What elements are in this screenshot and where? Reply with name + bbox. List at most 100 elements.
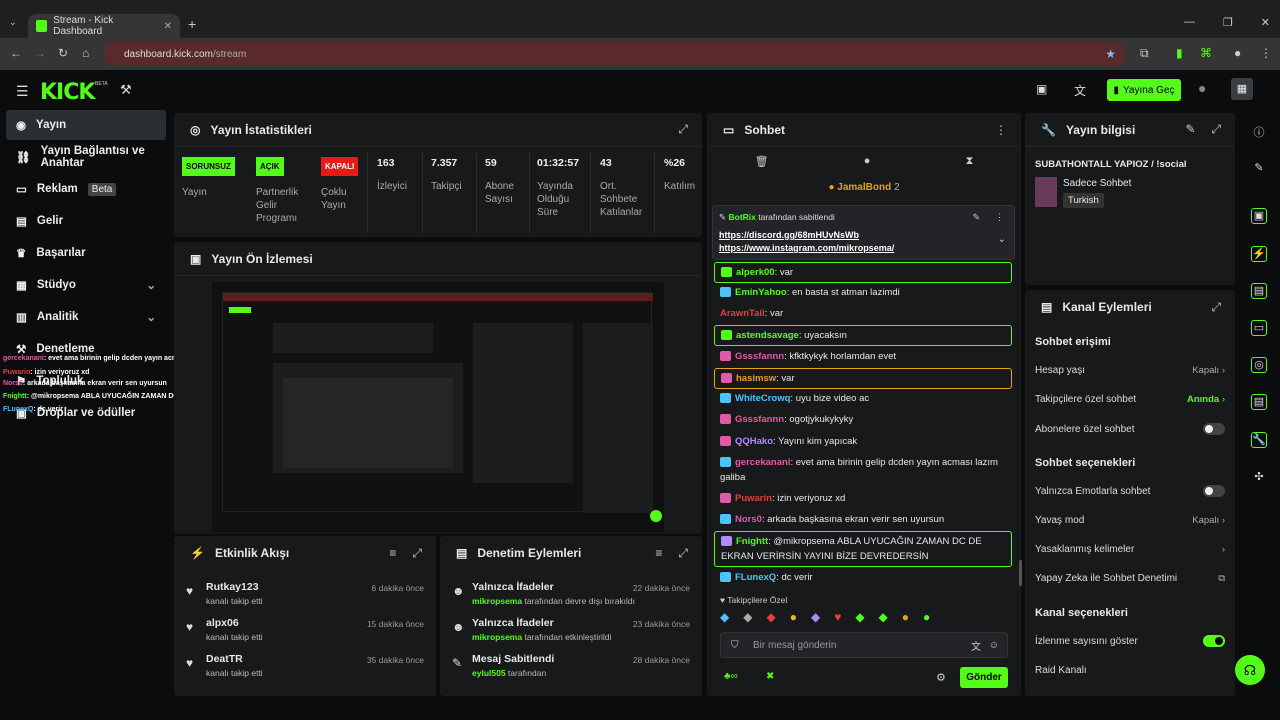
show-viewers-row[interactable]: İzlenme sayısını göster	[1035, 635, 1225, 647]
expand-icon[interactable]: ⤢	[412, 546, 422, 561]
emote-only-toggle[interactable]	[1203, 485, 1225, 497]
wrench-icon[interactable]: 🔧	[1251, 432, 1267, 448]
filter-icon[interactable]: ≡	[389, 546, 396, 561]
edit-icon[interactable]: ✎	[1185, 122, 1195, 137]
emote-icon[interactable]: ◆	[766, 610, 775, 624]
banned-words-row[interactable]: Yasaklanmış kelimeler ›	[1035, 544, 1225, 555]
sidebar-item-ads[interactable]: ▭ Reklam Beta	[6, 174, 166, 204]
pinned-message[interactable]: ✎ BotRix tarafından sabitlendi ✎ ⋮ https…	[712, 205, 1015, 260]
reload-icon[interactable]: ↻	[58, 46, 68, 60]
emoji-icon[interactable]: ☺	[989, 640, 999, 651]
expand-icon[interactable]: ⤢	[1211, 300, 1221, 315]
emote-icon[interactable]: ◆	[879, 610, 888, 624]
bookmark-star-icon[interactable]: ★	[1105, 47, 1116, 61]
tools-icon[interactable]: ⚒	[120, 82, 132, 98]
followers-chat-row[interactable]: Takipçilere özel sohbet Anında ›	[1035, 394, 1225, 405]
expand-icon[interactable]: ⤢	[1211, 122, 1221, 137]
stats-icon[interactable]: ◎	[1251, 357, 1267, 373]
add-widget-icon[interactable]: ✣	[1251, 470, 1267, 486]
emote-only-row[interactable]: Yalnızca Emotlarla sohbet	[1035, 485, 1225, 497]
translate-icon[interactable]: ⌘	[1200, 46, 1212, 60]
kick-logo[interactable]: KICK	[40, 80, 95, 105]
subs-chat-row[interactable]: Abonelere özel sohbet	[1035, 423, 1225, 435]
emote-icon[interactable]: ●	[902, 610, 909, 624]
extension-icon[interactable]: ▮	[1176, 46, 1183, 60]
browser-menu-icon[interactable]: ⋮	[1260, 46, 1272, 60]
emote-icon[interactable]: ◆	[855, 610, 864, 624]
pinned-link[interactable]: https://www.instagram.com/mikropsema/	[719, 243, 894, 253]
chat-input[interactable]: ⛉ Bir mesaj gönderin 文 ☺	[720, 632, 1008, 658]
menu-icon[interactable]: ☰	[16, 83, 29, 100]
expand-icon[interactable]: ⤢	[678, 546, 688, 561]
show-viewers-toggle[interactable]	[1203, 635, 1225, 647]
profile-avatar[interactable]: ●	[1234, 46, 1241, 60]
send-button[interactable]: Gönder	[960, 667, 1008, 688]
chat-message[interactable]: gercekanani: evet ama birinin gelip dcde…	[714, 453, 1012, 487]
emote-icon[interactable]: ●	[790, 610, 797, 624]
bolt-icon[interactable]: ⚡	[1251, 246, 1267, 262]
expand-icon[interactable]: ⤢	[678, 122, 688, 137]
minimize-icon[interactable]: —	[1184, 16, 1195, 29]
infinite-icon[interactable]: ♣∞	[724, 671, 738, 682]
sidebar-item-stream[interactable]: ◉ Yayın	[6, 110, 166, 140]
sidebar-item-stream-key[interactable]: ⛓ Yayın Bağlantısı ve Anahtar	[6, 142, 166, 172]
emote-icon[interactable]: ●	[923, 610, 930, 624]
sidebar-item-drops[interactable]: ▣ Droplar ve ödüller	[6, 398, 166, 428]
ai-moderation-row[interactable]: Yapay Zeka ile Sohbet Denetimi ⧉	[1035, 573, 1225, 584]
emote-icon[interactable]: ◆	[743, 610, 752, 624]
chat-message[interactable]: Fnightt: @mikropsema ABLA UYUCAĞIN ZAMAN…	[714, 531, 1012, 567]
chat-message[interactable]: Nors0: arkada başkasına ekran verir sen …	[714, 510, 1012, 529]
sidebar-item-achievements[interactable]: ♛ Başarılar	[6, 238, 166, 268]
user-avatar[interactable]: ●	[1198, 80, 1206, 96]
chat-scrollbar[interactable]	[1019, 560, 1022, 586]
settings-icon[interactable]: ⚙	[936, 671, 946, 684]
browser-tab[interactable]: Stream - Kick Dashboard ✕	[28, 14, 180, 38]
chevron-down-icon[interactable]: ⌄	[998, 234, 1006, 245]
emote-icon[interactable]: ◆	[811, 610, 820, 624]
preview-icon[interactable]: ▣	[1251, 208, 1267, 224]
filter-icon[interactable]: ≡	[655, 546, 662, 561]
chat-message[interactable]: hasimsw: var	[714, 368, 1012, 389]
raid-row[interactable]: Raid Kanalı	[1035, 665, 1225, 676]
translate-icon[interactable]: 文	[1074, 82, 1086, 99]
go-live-button[interactable]: ▮ Yayına Geç	[1107, 79, 1181, 101]
hourglass-icon[interactable]: ⧗	[966, 155, 974, 168]
back-icon[interactable]: ←	[10, 46, 22, 60]
layout-icon[interactable]: ▦	[1231, 78, 1253, 100]
chat-message[interactable]: FLunexQ: dc verir	[714, 568, 1012, 587]
list-icon[interactable]: ▤	[1251, 283, 1267, 299]
channel-icon[interactable]: ▤	[1251, 394, 1267, 410]
sidebar-item-analytics[interactable]: ▥ Analitik ⌄	[6, 302, 166, 332]
chat-message[interactable]: ArawnTail: var	[714, 304, 1012, 323]
subs-chat-toggle[interactable]	[1203, 423, 1225, 435]
chat-message[interactable]: EminYahoo: en basta st atman lazimdi	[714, 283, 1012, 302]
url-field[interactable]: dashboard.kick.com/stream ★	[104, 42, 1126, 66]
stream-preview-video[interactable]	[212, 282, 664, 532]
chat-bubble-icon[interactable]: ●	[864, 155, 871, 168]
close-tab-icon[interactable]: ✕	[164, 21, 172, 32]
translate-icon[interactable]: 文	[971, 638, 981, 653]
theatre-icon[interactable]: ▣	[1036, 82, 1047, 96]
help-button[interactable]: ☊	[1235, 655, 1265, 685]
extensions-icon[interactable]: ⧉	[1140, 46, 1149, 61]
tab-search-icon[interactable]: ⌄	[9, 17, 17, 28]
home-icon[interactable]: ⌂	[82, 46, 89, 60]
more-icon[interactable]: ⋮	[995, 123, 1007, 137]
account-age-row[interactable]: Hesap yaşı Kapalı ›	[1035, 365, 1225, 376]
heart-emote-icon[interactable]: ♥	[834, 610, 841, 624]
chat-message[interactable]: alperk00: var	[714, 262, 1012, 283]
chat-message[interactable]: Puwarin: izin veriyoruz xd	[714, 489, 1012, 508]
slow-mode-row[interactable]: Yavaş mod Kapalı ›	[1035, 515, 1225, 526]
kick-points-icon[interactable]: ✖	[766, 671, 774, 682]
more-icon[interactable]: ⋮	[995, 212, 1004, 223]
chat-message[interactable]: Gsssfannn: ogotjykukykyky	[714, 410, 1012, 429]
sidebar-item-studio[interactable]: ▦ Stüdyo ⌄	[6, 270, 166, 300]
pinned-link[interactable]: https://discord.gg/68mHUvNsWb	[719, 230, 859, 240]
chat-message[interactable]: QQHako: Yayını kim yapıcak	[714, 432, 1012, 451]
forward-icon[interactable]: →	[34, 46, 46, 60]
emote-icon[interactable]: ◆	[720, 610, 729, 624]
sidebar-item-revenue[interactable]: ▤ Gelir	[6, 206, 166, 236]
unpin-icon[interactable]: ✎	[972, 212, 980, 223]
new-tab-icon[interactable]: +	[188, 16, 196, 32]
chat-message[interactable]: WhiteCrowq: uyu bize video ac	[714, 389, 1012, 408]
